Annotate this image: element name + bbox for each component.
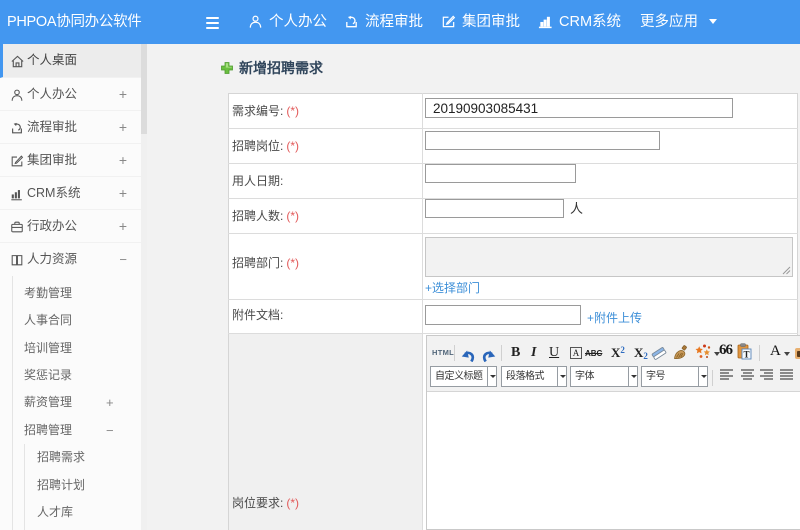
svg-text:T: T bbox=[743, 350, 749, 360]
